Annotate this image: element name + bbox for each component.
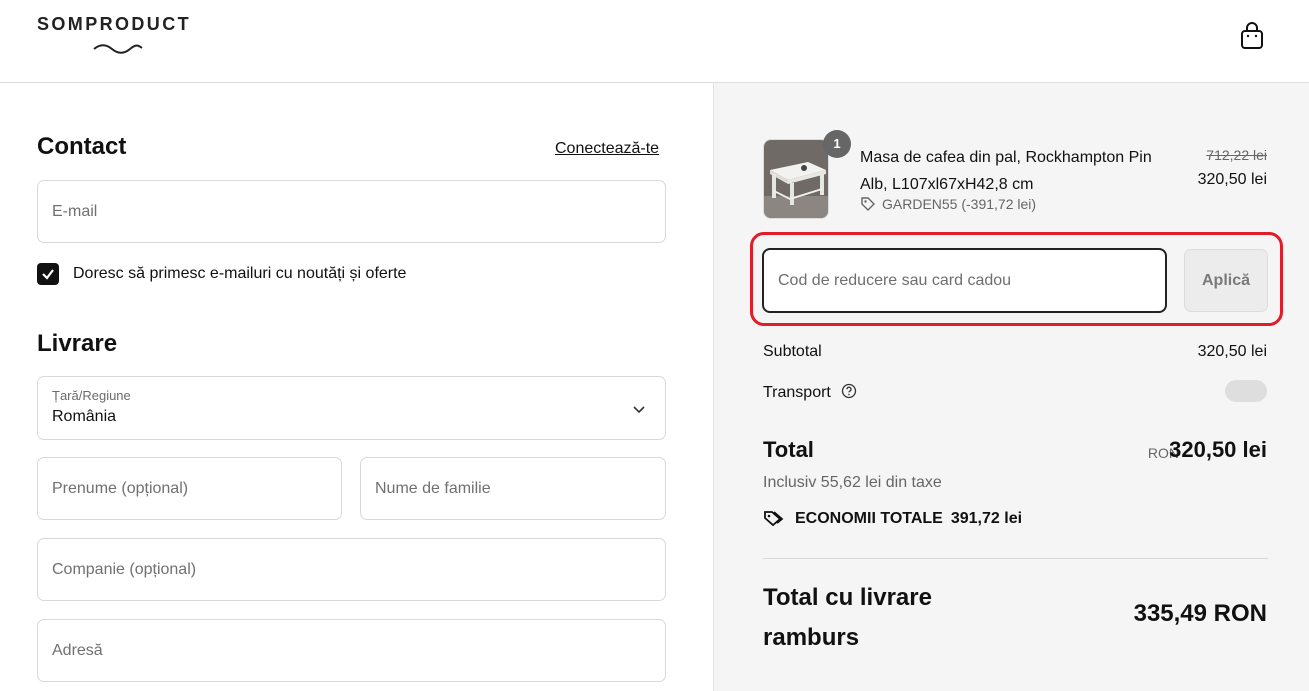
- last-name-input[interactable]: [361, 458, 665, 519]
- order-summary: 1 Masa de cafea din pal, Rockhampton Pin…: [713, 83, 1309, 691]
- summary-divider: [763, 558, 1268, 559]
- discount-code-field[interactable]: [762, 248, 1167, 313]
- total-savings: ECONOMII TOTALE 391,72 lei: [763, 509, 1022, 528]
- site-header: SOMPRODUCT: [0, 0, 1309, 83]
- quantity-badge: 1: [823, 130, 851, 158]
- country-label: Țară/Regiune: [52, 388, 131, 403]
- cod-total-value: 335,49 RON: [1133, 600, 1267, 627]
- product-thumbnail: [763, 139, 829, 219]
- shipping-loading-placeholder: [1225, 380, 1267, 402]
- subtotal-value: 320,50 lei: [1197, 343, 1267, 360]
- newsletter-label: Doresc să primesc e-mailuri cu noutăți ș…: [73, 265, 407, 282]
- first-name-input[interactable]: [38, 458, 341, 519]
- help-icon[interactable]: [841, 383, 857, 399]
- tax-note: Inclusiv 55,62 lei din taxe: [763, 474, 942, 491]
- shipping-label: Transport: [763, 384, 831, 401]
- country-value: România: [52, 408, 117, 425]
- company-field[interactable]: [37, 538, 666, 601]
- savings-label: ECONOMII TOTALE: [795, 510, 943, 527]
- newsletter-checkbox[interactable]: [37, 263, 59, 285]
- tag-icon: [764, 511, 784, 527]
- original-price: 712,22 lei: [1206, 147, 1267, 163]
- chevron-down-icon: [633, 406, 645, 414]
- login-link[interactable]: Conectează-te: [555, 140, 659, 158]
- delivery-heading: Livrare: [37, 330, 118, 357]
- savings-value: 391,72 lei: [950, 510, 1023, 527]
- address-field[interactable]: [37, 619, 666, 682]
- total-label: Total: [763, 437, 814, 462]
- discount-code-input[interactable]: [764, 250, 1165, 311]
- checkmark-icon: [42, 269, 54, 280]
- email-input[interactable]: [38, 181, 665, 242]
- product-name: Masa de cafea din pal, Rockhampton Pin A…: [860, 149, 1152, 193]
- country-select[interactable]: Țară/Regiune România: [37, 376, 666, 440]
- applied-discount: GARDEN55 (-391,72 lei): [860, 196, 1036, 212]
- item-price: 320,50 lei: [1197, 171, 1267, 188]
- total-value: 320,50 lei: [1169, 437, 1267, 462]
- company-input[interactable]: [38, 539, 665, 600]
- apply-discount-button[interactable]: Aplică: [1184, 249, 1268, 312]
- address-input[interactable]: [38, 620, 665, 681]
- checkout-form: Contact Conectează-te Doresc să primesc …: [0, 83, 713, 691]
- contact-heading: Contact: [37, 133, 127, 160]
- first-name-field[interactable]: [37, 457, 342, 520]
- cod-total-label: Total cu livrare ramburs: [763, 584, 932, 651]
- email-field[interactable]: [37, 180, 666, 243]
- subtotal-label: Subtotal: [763, 343, 822, 360]
- tag-icon: [861, 197, 875, 211]
- last-name-field[interactable]: [360, 457, 666, 520]
- logo-wave-icon: [93, 44, 143, 54]
- shopping-bag-icon[interactable]: [1238, 21, 1266, 51]
- shipping-row: Transport: [763, 383, 857, 402]
- coffee-table-image: [764, 140, 828, 218]
- discount-code: GARDEN55 (-391,72 lei): [882, 196, 1037, 212]
- brand-logo[interactable]: SOMPRODUCT: [37, 14, 191, 35]
